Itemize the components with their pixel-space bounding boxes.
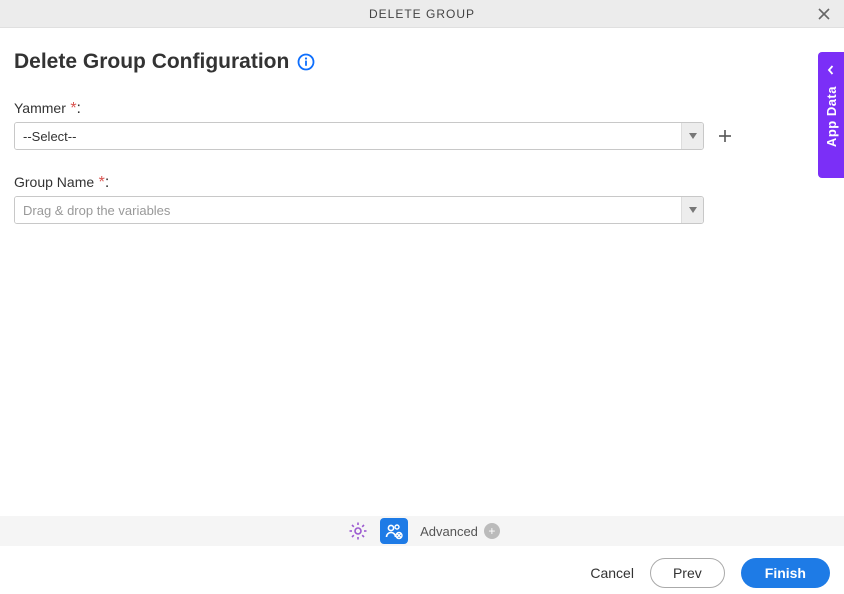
yammer-select[interactable]: --Select-- [14,122,704,150]
group-name-field-row: Drag & drop the variables [14,196,830,224]
settings-tab[interactable] [344,518,372,544]
dialog-title: DELETE GROUP [369,7,475,21]
yammer-form-group: Yammer *: --Select-- [14,100,830,150]
chevron-left-icon [826,62,836,80]
group-name-label: Group Name [14,174,94,190]
gear-icon [348,521,368,541]
group-name-input[interactable]: Drag & drop the variables [14,196,704,224]
expand-plus-icon: + [484,523,500,539]
advanced-label: Advanced [420,524,478,539]
group-name-caret [681,197,703,223]
label-colon: : [77,100,81,117]
group-name-form-group: Group Name *: Drag & drop the variables [14,174,830,224]
app-data-label: App Data [824,86,839,147]
info-icon [297,53,315,71]
add-yammer-button[interactable] [714,125,736,147]
footer: Cancel Prev Finish [0,552,844,594]
plus-icon [717,128,733,144]
cancel-button[interactable]: Cancel [590,565,634,581]
content-area: Delete Group Configuration Yammer *: --S… [0,28,844,224]
close-button[interactable] [814,4,834,24]
page-title-row: Delete Group Configuration [14,50,830,74]
label-colon: : [105,174,109,191]
group-name-label-row: Group Name *: [14,174,830,196]
yammer-label-row: Yammer *: [14,100,830,122]
people-remove-icon [384,521,404,541]
yammer-select-value: --Select-- [15,123,681,149]
app-data-panel-toggle[interactable]: App Data [818,52,844,178]
caret-down-icon [689,207,697,213]
finish-button[interactable]: Finish [741,558,830,588]
group-tab[interactable] [380,518,408,544]
tab-bar: Advanced + [0,516,844,546]
page-title: Delete Group Configuration [14,50,289,74]
caret-down-icon [689,133,697,139]
close-icon [817,7,831,21]
prev-button[interactable]: Prev [650,558,725,588]
advanced-toggle[interactable]: Advanced + [420,523,500,539]
group-name-placeholder: Drag & drop the variables [15,197,681,223]
yammer-select-caret [681,123,703,149]
yammer-label: Yammer [14,100,66,116]
dialog-header: DELETE GROUP [0,0,844,28]
info-button[interactable] [297,53,315,71]
yammer-field-row: --Select-- [14,122,830,150]
